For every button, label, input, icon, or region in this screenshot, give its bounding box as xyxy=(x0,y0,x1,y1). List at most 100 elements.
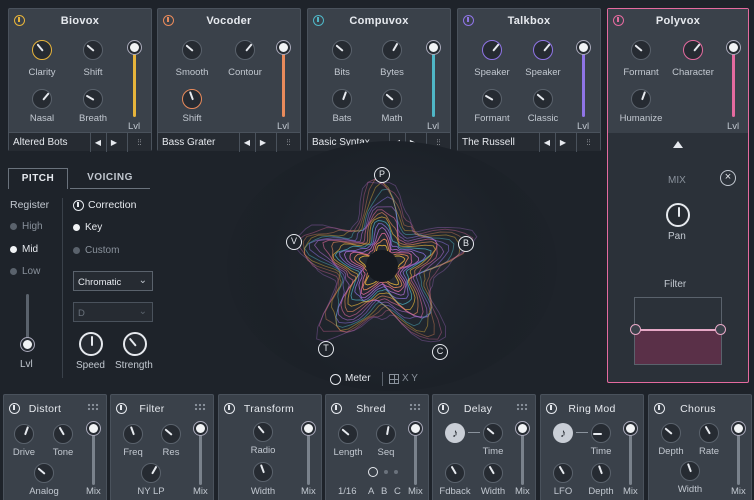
prev-icon[interactable]: ◀ xyxy=(239,133,254,152)
preset-name[interactable]: Bass Grater xyxy=(162,137,215,148)
fader-handle[interactable] xyxy=(577,41,590,54)
fader-handle[interactable] xyxy=(727,41,740,54)
nasal-knob[interactable] xyxy=(32,89,52,109)
shift-knob[interactable] xyxy=(182,89,202,109)
drive-knob[interactable] xyxy=(14,424,34,444)
formant-knob[interactable] xyxy=(482,89,502,109)
character-knob[interactable] xyxy=(683,40,703,60)
fader-handle[interactable] xyxy=(277,41,290,54)
level-fader[interactable] xyxy=(732,49,735,117)
mix-fader[interactable] xyxy=(414,429,417,485)
register-low-radio[interactable] xyxy=(10,268,17,275)
preset-bar[interactable]: The Russell ◀ ▶ ⫶⫶ xyxy=(458,132,600,152)
fader-handle[interactable] xyxy=(302,422,315,435)
preset-name[interactable]: The Russell xyxy=(462,137,515,148)
correction-key-radio[interactable] xyxy=(73,224,80,231)
node-t[interactable]: T xyxy=(318,341,334,357)
node-c[interactable]: C xyxy=(432,344,448,360)
ny-lp-knob[interactable] xyxy=(141,463,161,483)
register-mid-radio[interactable] xyxy=(10,246,17,253)
fader-handle[interactable] xyxy=(732,422,745,435)
node-p[interactable]: P xyxy=(374,167,390,183)
tone-knob[interactable] xyxy=(53,424,73,444)
mix-fader[interactable] xyxy=(307,429,310,485)
depth-knob[interactable] xyxy=(661,423,681,443)
width-knob[interactable] xyxy=(680,461,700,481)
correction-custom-radio[interactable] xyxy=(73,247,80,254)
mix-fader[interactable] xyxy=(199,429,202,485)
time-knob[interactable] xyxy=(483,423,503,443)
pattern-c[interactable]: C xyxy=(394,486,401,497)
seq-dot[interactable] xyxy=(384,470,388,474)
meter-toggle[interactable]: Meter xyxy=(345,373,371,384)
lfo-knob[interactable] xyxy=(553,463,573,483)
preset-name[interactable]: Altered Bots xyxy=(13,137,67,148)
length-knob[interactable] xyxy=(338,424,358,444)
fader-handle[interactable] xyxy=(427,41,440,54)
math-knob[interactable] xyxy=(382,89,402,109)
correction-key-label[interactable]: Key xyxy=(85,222,102,233)
meter-icon[interactable] xyxy=(330,374,341,385)
sliders-icon[interactable]: ⫶⫶ xyxy=(127,133,151,152)
speed-knob[interactable] xyxy=(79,332,103,356)
pan-knob[interactable] xyxy=(666,203,690,227)
filter-graph[interactable] xyxy=(630,297,726,365)
visualizer[interactable]: P B C T V Meter X Y xyxy=(212,141,602,391)
xy-toggle[interactable]: X Y xyxy=(402,373,418,384)
fader-handle[interactable] xyxy=(21,338,34,351)
classic-knob[interactable] xyxy=(533,89,553,109)
node-b[interactable]: B xyxy=(458,236,474,252)
mix-fader[interactable] xyxy=(737,429,740,485)
smooth-knob[interactable] xyxy=(182,40,202,60)
prev-icon[interactable]: ◀ xyxy=(539,133,554,152)
pitch-level-fader[interactable] xyxy=(26,294,29,344)
preset-bar[interactable]: Altered Bots ◀ ▶ ⫶⫶ xyxy=(9,132,151,152)
key-select[interactable]: D ⌄ xyxy=(73,302,153,322)
next-icon[interactable]: ▶ xyxy=(555,133,570,152)
bats-knob[interactable] xyxy=(332,89,352,109)
fader-handle[interactable] xyxy=(194,422,207,435)
rate-knob[interactable] xyxy=(699,423,719,443)
fader-handle[interactable] xyxy=(128,41,141,54)
mix-fader[interactable] xyxy=(629,429,632,485)
note-icon[interactable]: ♪ xyxy=(553,423,573,443)
strength-knob[interactable] xyxy=(123,332,147,356)
shift-knob[interactable] xyxy=(83,40,103,60)
level-fader[interactable] xyxy=(133,49,136,117)
register-mid-label[interactable]: Mid xyxy=(22,244,38,255)
register-high-radio[interactable] xyxy=(10,223,17,230)
tab-voicing[interactable]: VOICING xyxy=(70,168,150,189)
seq-dot[interactable] xyxy=(394,470,398,474)
preset-bar[interactable]: Bass Grater ◀ ▶ ⫶⫶ xyxy=(158,132,300,152)
width-knob[interactable] xyxy=(483,463,503,483)
voice-shape-graph[interactable] xyxy=(212,156,602,391)
filter-handle-high[interactable] xyxy=(715,324,726,335)
fader-handle[interactable] xyxy=(624,422,637,435)
drag-handle[interactable] xyxy=(194,403,206,411)
freq-knob[interactable] xyxy=(123,424,143,444)
close-icon[interactable]: × xyxy=(720,170,736,186)
fdback-knob[interactable] xyxy=(445,463,465,483)
next-icon[interactable]: ▶ xyxy=(106,133,121,152)
triangle-up-icon[interactable] xyxy=(673,141,683,148)
radio-knob[interactable] xyxy=(253,422,273,442)
mix-fader[interactable] xyxy=(521,429,524,485)
fader-handle[interactable] xyxy=(87,422,100,435)
level-fader[interactable] xyxy=(582,49,585,117)
seq-step-icon[interactable] xyxy=(368,467,378,477)
contour-knob[interactable] xyxy=(235,40,255,60)
grid-icon[interactable] xyxy=(389,374,399,384)
drag-handle[interactable] xyxy=(409,403,421,411)
time-knob[interactable] xyxy=(591,423,611,443)
filter-handle-low[interactable] xyxy=(630,324,641,335)
sliders-icon[interactable]: ⫶⫶ xyxy=(276,133,300,152)
speaker-knob[interactable] xyxy=(482,40,502,60)
note-icon[interactable]: ♪ xyxy=(445,423,465,443)
seq-knob[interactable] xyxy=(376,424,396,444)
tab-pitch[interactable]: PITCH xyxy=(8,168,68,189)
humanize-knob[interactable] xyxy=(631,89,651,109)
breath-knob[interactable] xyxy=(83,89,103,109)
fader-handle[interactable] xyxy=(516,422,529,435)
clarity-knob[interactable] xyxy=(32,40,52,60)
speaker-knob-2[interactable] xyxy=(533,40,553,60)
